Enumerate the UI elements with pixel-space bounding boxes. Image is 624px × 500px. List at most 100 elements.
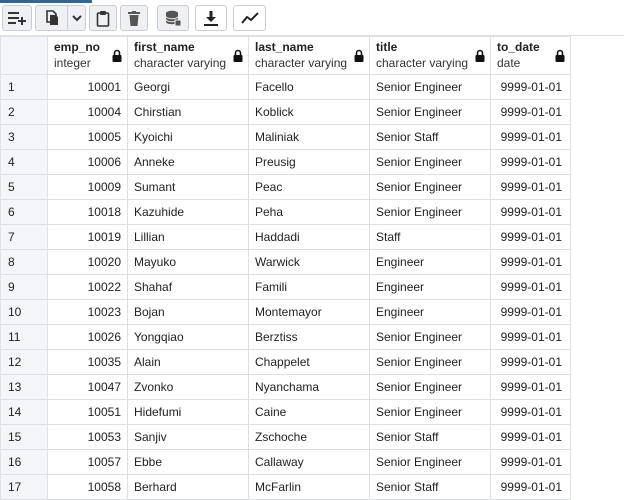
cell-emp-no[interactable]: 10057 xyxy=(47,449,128,475)
cell-first-name[interactable]: Sumant xyxy=(127,174,249,200)
table-row[interactable]: 14 10051 Hidefumi Caine Senior Engineer 9999-… xyxy=(0,399,571,425)
add-row-button[interactable] xyxy=(2,5,32,31)
cell-to-date[interactable]: 9999-01-01 xyxy=(490,374,571,400)
cell-first-name[interactable]: Yongqiao xyxy=(127,324,249,350)
cell-last-name[interactable]: Peac xyxy=(248,174,370,200)
cell-to-date[interactable]: 9999-01-01 xyxy=(490,399,571,425)
table-row[interactable]: 4 10006 Anneke Preusig Senior Engineer 9999-0… xyxy=(0,149,571,175)
cell-emp-no[interactable]: 10005 xyxy=(47,124,128,150)
cell-last-name[interactable]: Warwick xyxy=(248,249,370,275)
cell-emp-no[interactable]: 10026 xyxy=(47,324,128,350)
cell-first-name[interactable]: Zvonko xyxy=(127,374,249,400)
cell-to-date[interactable]: 9999-01-01 xyxy=(490,174,571,200)
cell-to-date[interactable]: 9999-01-01 xyxy=(490,124,571,150)
cell-first-name[interactable]: Mayuko xyxy=(127,249,249,275)
cell-emp-no[interactable]: 10001 xyxy=(47,74,128,100)
cell-emp-no[interactable]: 10018 xyxy=(47,199,128,225)
cell-to-date[interactable]: 9999-01-01 xyxy=(490,449,571,475)
cell-first-name[interactable]: Alain xyxy=(127,349,249,375)
cell-emp-no[interactable]: 10022 xyxy=(47,274,128,300)
cell-title[interactable]: Senior Engineer xyxy=(369,99,491,125)
table-row[interactable]: 15 10053 Sanjiv Zschoche Senior Staff 9999-01… xyxy=(0,424,571,450)
cell-title[interactable]: Senior Engineer xyxy=(369,349,491,375)
row-number-cell[interactable]: 14 xyxy=(0,399,48,425)
cell-last-name[interactable]: Berztiss xyxy=(248,324,370,350)
row-number-cell[interactable]: 4 xyxy=(0,149,48,175)
cell-last-name[interactable]: Chappelet xyxy=(248,349,370,375)
table-row[interactable]: 9 10022 Shahaf Famili Engineer 9999-01-01 xyxy=(0,274,571,300)
cell-title[interactable]: Engineer xyxy=(369,274,491,300)
cell-title[interactable]: Senior Staff xyxy=(369,124,491,150)
cell-to-date[interactable]: 9999-01-01 xyxy=(490,199,571,225)
cell-first-name[interactable]: Georgi xyxy=(127,74,249,100)
table-row[interactable]: 12 10035 Alain Chappelet Senior Engineer 9999… xyxy=(0,349,571,375)
save-data-button[interactable] xyxy=(157,5,189,31)
row-number-cell[interactable]: 16 xyxy=(0,449,48,475)
table-row[interactable]: 1 10001 Georgi Facello Senior Engineer 9999-0… xyxy=(0,74,571,100)
copy-options-dropdown[interactable] xyxy=(68,6,85,30)
cell-to-date[interactable]: 9999-01-01 xyxy=(490,324,571,350)
table-row[interactable]: 16 10057 Ebbe Callaway Senior Engineer 9999-0… xyxy=(0,449,571,475)
cell-title[interactable]: Senior Staff xyxy=(369,424,491,450)
column-header-to-date[interactable]: to_date date xyxy=(490,36,571,75)
cell-first-name[interactable]: Anneke xyxy=(127,149,249,175)
cell-first-name[interactable]: Sanjiv xyxy=(127,424,249,450)
cell-last-name[interactable]: Haddadi xyxy=(248,224,370,250)
cell-last-name[interactable]: Peha xyxy=(248,199,370,225)
cell-to-date[interactable]: 9999-01-01 xyxy=(490,99,571,125)
cell-last-name[interactable]: Preusig xyxy=(248,149,370,175)
grid-corner-cell[interactable] xyxy=(0,36,48,75)
cell-emp-no[interactable]: 10004 xyxy=(47,99,128,125)
cell-last-name[interactable]: Montemayor xyxy=(248,299,370,325)
cell-title[interactable]: Senior Engineer xyxy=(369,374,491,400)
delete-button[interactable] xyxy=(120,5,148,31)
column-header-first-name[interactable]: first_name character varying xyxy=(127,36,249,75)
cell-emp-no[interactable]: 10053 xyxy=(47,424,128,450)
row-number-cell[interactable]: 2 xyxy=(0,99,48,125)
cell-title[interactable]: Senior Engineer xyxy=(369,149,491,175)
cell-first-name[interactable]: Bojan xyxy=(127,299,249,325)
row-number-cell[interactable]: 10 xyxy=(0,299,48,325)
cell-title[interactable]: Senior Engineer xyxy=(369,174,491,200)
table-row[interactable]: 13 10047 Zvonko Nyanchama Senior Engineer 999… xyxy=(0,374,571,400)
row-number-cell[interactable]: 5 xyxy=(0,174,48,200)
cell-last-name[interactable]: Maliniak xyxy=(248,124,370,150)
column-header-emp-no[interactable]: emp_no integer xyxy=(47,36,128,75)
cell-title[interactable]: Senior Engineer xyxy=(369,399,491,425)
cell-title[interactable]: Engineer xyxy=(369,249,491,275)
cell-to-date[interactable]: 9999-01-01 xyxy=(490,424,571,450)
cell-emp-no[interactable]: 10020 xyxy=(47,249,128,275)
graph-visualiser-button[interactable] xyxy=(233,5,266,31)
cell-to-date[interactable]: 9999-01-01 xyxy=(490,74,571,100)
cell-emp-no[interactable]: 10023 xyxy=(47,299,128,325)
copy-button[interactable] xyxy=(36,6,67,30)
cell-emp-no[interactable]: 10051 xyxy=(47,399,128,425)
cell-last-name[interactable]: Caine xyxy=(248,399,370,425)
paste-button[interactable] xyxy=(89,5,117,31)
table-row[interactable]: 8 10020 Mayuko Warwick Engineer 9999-01-01 xyxy=(0,249,571,275)
table-row[interactable]: 3 10005 Kyoichi Maliniak Senior Staff 9999-01… xyxy=(0,124,571,150)
row-number-cell[interactable]: 7 xyxy=(0,224,48,250)
cell-last-name[interactable]: Callaway xyxy=(248,449,370,475)
cell-first-name[interactable]: Hidefumi xyxy=(127,399,249,425)
row-number-cell[interactable]: 13 xyxy=(0,374,48,400)
table-row[interactable]: 6 10018 Kazuhide Peha Senior Engineer 9999-01… xyxy=(0,199,571,225)
cell-first-name[interactable]: Lillian xyxy=(127,224,249,250)
row-number-cell[interactable]: 6 xyxy=(0,199,48,225)
cell-to-date[interactable]: 9999-01-01 xyxy=(490,249,571,275)
cell-title[interactable]: Senior Engineer xyxy=(369,449,491,475)
table-row[interactable]: 10 10023 Bojan Montemayor Engineer 9999-01-01 xyxy=(0,299,571,325)
cell-first-name[interactable]: Ebbe xyxy=(127,449,249,475)
cell-title[interactable]: Senior Engineer xyxy=(369,74,491,100)
cell-title[interactable]: Staff xyxy=(369,224,491,250)
cell-first-name[interactable]: Shahaf xyxy=(127,274,249,300)
row-number-cell[interactable]: 15 xyxy=(0,424,48,450)
cell-last-name[interactable]: Zschoche xyxy=(248,424,370,450)
cell-title[interactable]: Engineer xyxy=(369,299,491,325)
cell-to-date[interactable]: 9999-01-01 xyxy=(490,274,571,300)
cell-emp-no[interactable]: 10047 xyxy=(47,374,128,400)
cell-to-date[interactable]: 9999-01-01 xyxy=(490,349,571,375)
cell-emp-no[interactable]: 10035 xyxy=(47,349,128,375)
column-header-title[interactable]: title character varying xyxy=(369,36,491,75)
cell-title[interactable]: Senior Engineer xyxy=(369,324,491,350)
